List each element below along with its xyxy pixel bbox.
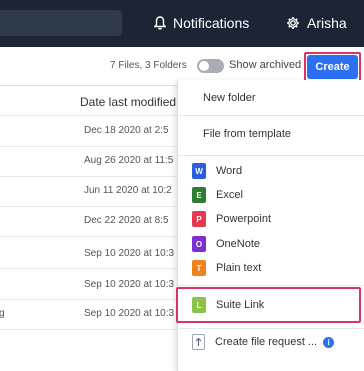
menu-item-plain-text[interactable]: T Plain text: [192, 260, 261, 276]
upload-file-icon: [192, 334, 205, 350]
column-header-date-modified[interactable]: Date last modified: [80, 95, 176, 109]
word-icon: W: [192, 163, 206, 179]
menu-item-create-file-request[interactable]: Create file request ... i: [192, 334, 335, 350]
show-archived-toggle[interactable]: [197, 59, 224, 73]
menu-separator: [177, 285, 364, 286]
menu-item-excel[interactable]: E Excel: [192, 187, 243, 203]
gear-icon: [287, 17, 299, 29]
menu-separator: [177, 115, 364, 116]
menu-item-label: Create file request ...: [215, 336, 318, 348]
notifications-label: Notifications: [173, 15, 250, 31]
table-row-date: Dec 22 2020 at 8:5: [84, 215, 169, 226]
table-row-date: Sep 10 2020 at 10:3: [84, 248, 175, 259]
create-button[interactable]: Create: [307, 55, 358, 79]
file-count-summary: 7 Files, 3 Folders: [110, 60, 187, 71]
user-name: Arisha: [307, 15, 347, 31]
table-row-date: Dec 18 2020 at 2:5: [84, 125, 169, 136]
toggle-knob: [199, 61, 209, 71]
table-row-date: Aug 26 2020 at 11:5: [84, 155, 174, 166]
menu-item-label: Powerpoint: [216, 213, 272, 225]
menu-item-label: Excel: [216, 189, 243, 201]
menu-item-label: Plain text: [216, 262, 262, 274]
bell-icon: [154, 16, 166, 30]
menu-item-label: OneNote: [216, 238, 261, 250]
info-icon[interactable]: i: [323, 336, 335, 348]
notifications-button[interactable]: Notifications: [154, 14, 249, 32]
menu-item-onenote[interactable]: O OneNote: [192, 236, 260, 252]
user-menu[interactable]: Arisha: [286, 14, 347, 32]
table-row-date: Sep 10 2020 at 10:3: [84, 308, 175, 319]
menu-item-word[interactable]: W Word: [192, 163, 242, 179]
menu-separator: [177, 155, 364, 156]
search-input[interactable]: [0, 10, 122, 36]
menu-item-file-from-template[interactable]: File from template: [203, 128, 291, 140]
plain-text-icon: T: [192, 260, 206, 276]
suite-link-highlight: [176, 287, 361, 323]
excel-icon: E: [192, 187, 206, 203]
table-row-date: Sep 10 2020 at 10:3: [84, 279, 175, 290]
menu-item-new-folder[interactable]: New folder: [203, 92, 256, 104]
powerpoint-icon: P: [192, 211, 206, 227]
onenote-icon: O: [192, 236, 206, 252]
menu-item-powerpoint[interactable]: P Powerpoint: [192, 211, 271, 227]
table-row-name-fragment: g: [0, 308, 5, 319]
top-bar: Notifications Arisha: [0, 0, 364, 47]
table-row-date: Jun 11 2020 at 10:2: [84, 185, 172, 196]
menu-item-label: Word: [216, 165, 243, 177]
show-archived-label: Show archived: [229, 59, 302, 71]
menu-separator: [177, 328, 364, 329]
